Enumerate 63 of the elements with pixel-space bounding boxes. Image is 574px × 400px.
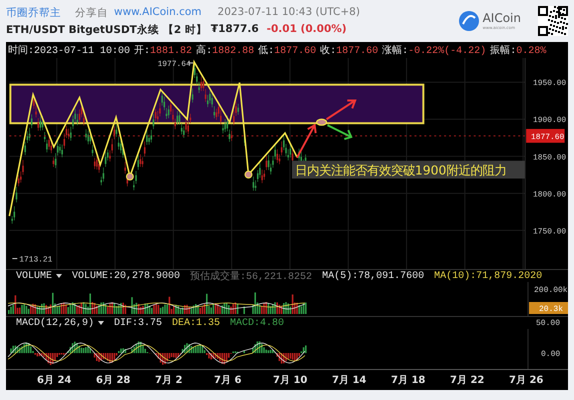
price-axis-label: 1900.00	[533, 116, 566, 126]
author-name[interactable]: 币圈乔帮主	[6, 6, 61, 20]
info-value: -0.22%(-4.22)	[408, 46, 486, 57]
rising-arrow	[326, 99, 357, 120]
info-value: 1877.60	[336, 46, 378, 57]
info-value: 0.28%	[516, 46, 546, 57]
macd-legend-item: DIF:3.75	[114, 318, 162, 329]
info-label: 涨幅:	[382, 46, 408, 57]
date-axis-label: 7月 18	[391, 374, 426, 388]
volume-legend-item: 预估成交量:56,221.8252	[190, 270, 312, 284]
info-label: 低:	[258, 46, 274, 57]
info-label: 振幅:	[490, 46, 516, 57]
logo-text: AICoin	[482, 12, 521, 25]
macd-legend-item: MACD:4.80	[230, 318, 284, 329]
interval-label: 【2 时】	[162, 22, 207, 36]
pivot-marker	[244, 170, 252, 178]
logo-icon	[458, 10, 480, 32]
timestamp: 2023-07-11 10:43 (UTC+8)	[218, 6, 360, 20]
pair-name: ETH/USDT BitgetUSDT永续	[6, 22, 159, 36]
qr-code-icon	[538, 6, 568, 36]
date-axis-label: 7月 6	[214, 374, 242, 388]
date-axis-label: 7月 22	[450, 374, 486, 388]
info-label: 高:	[196, 46, 212, 57]
caret-icon[interactable]	[98, 321, 104, 326]
price-axis-label: 1800.00	[533, 190, 566, 200]
caret-icon[interactable]	[56, 274, 62, 278]
candlestick	[192, 88, 194, 103]
macd-axis-label: 50.00	[536, 318, 560, 328]
rising-arrow	[296, 123, 317, 158]
info-value: 1877.60	[274, 46, 316, 57]
info-value: 2023-07-11 10:00	[34, 46, 130, 57]
pivot-marker	[126, 172, 134, 180]
info-label: 收:	[320, 46, 336, 57]
info-value: 1882.88	[212, 46, 254, 57]
date-axis-label: 7月 26	[509, 374, 544, 388]
macd-legend-item: DEA:1.35	[172, 318, 220, 329]
date-axis-label: 7月 14	[332, 374, 368, 388]
current-volume-tag: 20.3k	[529, 302, 568, 314]
macd-axis-label: 0.00	[541, 350, 560, 360]
date-axis-label: 6月 28	[96, 374, 132, 388]
last-price: ₮1877.6	[210, 22, 259, 36]
price-axis-label: 1750.00	[533, 227, 566, 236]
macd-title[interactable]: MACD(12,26,9)	[16, 318, 94, 329]
annotation-label: 日内关注能否有效突破1900附近的阻力	[292, 160, 526, 178]
volume-axis-label: 200.00k	[534, 286, 568, 296]
breakout-marker	[316, 118, 328, 126]
share-link[interactable]: www.AICoin.com	[114, 6, 202, 20]
info-value: 1881.82	[150, 46, 192, 57]
date-axis-label: 6月 24	[37, 374, 72, 388]
info-label: 开:	[134, 46, 150, 57]
date-axis-label: 7月 10	[273, 374, 308, 388]
falling-arrow	[327, 124, 353, 140]
volume-legend-item: VOLUME:20,278.9000	[72, 270, 180, 282]
volume-legend-item: MA(5):78,091.7600	[322, 270, 424, 282]
price-axis-label: 1850.00	[533, 153, 566, 162]
price-change: -0.01 (0.00%)	[266, 22, 347, 36]
current-price-tag: 1877.60	[526, 128, 565, 143]
info-label: 时间:	[8, 46, 34, 57]
volume-legend-item: MA(10):71,879.2020	[434, 270, 542, 282]
price-axis-label: 1950.00	[533, 78, 566, 88]
share-prefix: 分享自	[75, 6, 108, 20]
volume-title[interactable]: VOLUME	[16, 270, 52, 282]
date-axis-label: 7月 2	[155, 374, 184, 388]
